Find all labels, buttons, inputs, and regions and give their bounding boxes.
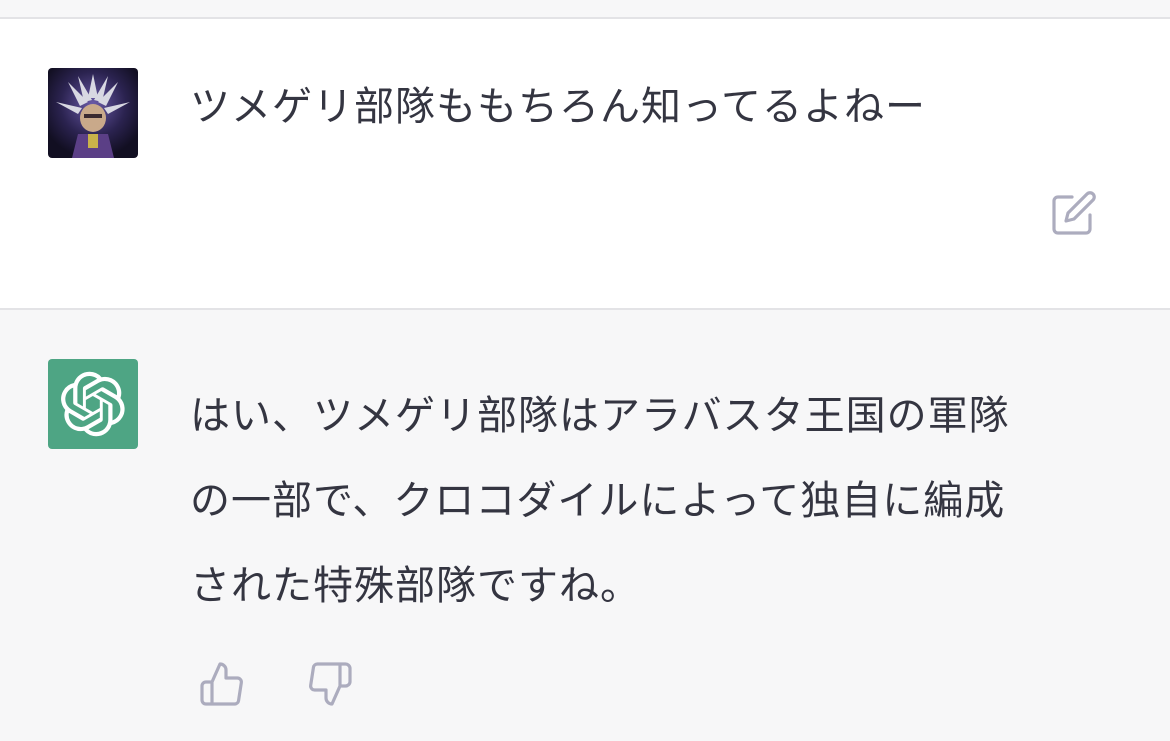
user-message: ツメゲリ部隊ももちろん知ってるよねー <box>0 19 1170 310</box>
thumbs-down-icon[interactable] <box>306 660 354 708</box>
edit-icon[interactable] <box>1050 189 1098 237</box>
assistant-message-text: はい、ツメゲリ部隊はアラバスタ王国の軍隊 の一部で、クロコダイルによって独自に編… <box>190 374 1100 629</box>
user-message-text: ツメゲリ部隊ももちろん知ってるよねー <box>190 84 926 130</box>
assistant-line-1: はい、ツメゲリ部隊はアラバスタ王国の軍隊 <box>190 393 1010 439</box>
thumbs-up-icon[interactable] <box>198 660 246 708</box>
assistant-line-2: の一部で、クロコダイルによって独自に編成 <box>190 478 1006 524</box>
openai-logo-icon <box>48 359 138 449</box>
previous-message-strip <box>0 0 1170 19</box>
user-avatar <box>48 68 138 158</box>
assistant-message: はい、ツメゲリ部隊はアラバスタ王国の軍隊 の一部で、クロコダイルによって独自に編… <box>0 310 1170 741</box>
assistant-line-3: された特殊部隊ですね。 <box>190 563 641 609</box>
